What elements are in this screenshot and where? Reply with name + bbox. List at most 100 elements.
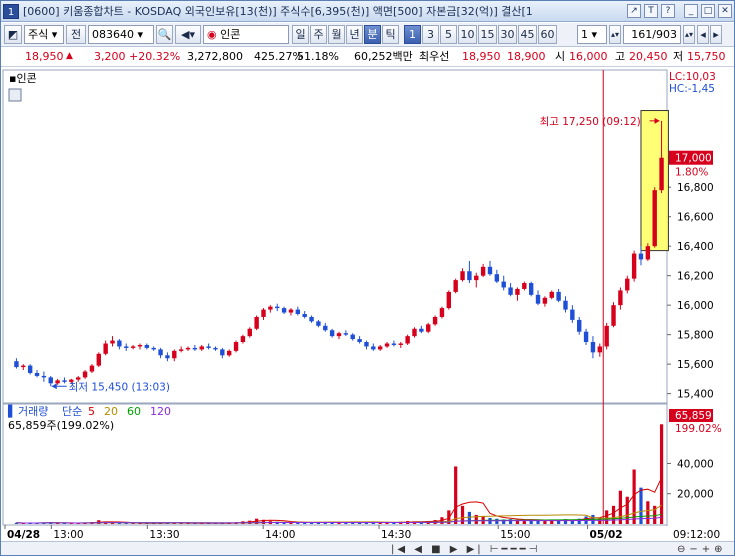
- candle-body: [302, 314, 307, 317]
- candle-body: [501, 281, 506, 288]
- candle-body: [583, 331, 589, 343]
- maximize-button[interactable]: □: [701, 4, 715, 18]
- candle-body: [432, 316, 438, 325]
- ma-period-60: 60: [127, 405, 141, 418]
- spin-icon[interactable]: ▴▾: [609, 25, 621, 44]
- search-icon[interactable]: 🔍: [156, 25, 173, 44]
- candle-body: [522, 283, 527, 289]
- up-arrow-icon: ▲: [66, 51, 73, 61]
- layout-icon[interactable]: ◩: [4, 25, 22, 44]
- hc-label: HC:-1,45: [669, 83, 715, 95]
- period-button-1[interactable]: 주: [310, 25, 327, 44]
- period-button-2[interactable]: 월: [328, 25, 345, 44]
- interval-button-5[interactable]: 5: [440, 25, 457, 44]
- candle-body: [233, 342, 239, 351]
- count-select[interactable]: 1 ▾: [577, 25, 607, 44]
- period-button-0[interactable]: 일: [292, 25, 309, 44]
- candle-body: [220, 349, 225, 356]
- candle-body: [206, 346, 211, 348]
- next-page-icon[interactable]: ▸: [710, 25, 722, 44]
- y-tick-label: 15,600: [677, 359, 714, 371]
- candle-body: [535, 294, 541, 304]
- candle-body: [508, 287, 513, 295]
- interval-button-10[interactable]: 10: [458, 25, 477, 44]
- candle-body: [412, 328, 417, 337]
- candle-body: [55, 380, 60, 384]
- count-value: 1: [581, 28, 588, 41]
- candle-body: [27, 365, 33, 373]
- stock-name-field[interactable]: ◉ 인콘: [203, 25, 289, 44]
- candle-body: [261, 309, 266, 317]
- chart-type-select[interactable]: 주식 ▾: [24, 25, 64, 44]
- interval-button-45[interactable]: 45: [518, 25, 537, 44]
- stock-code: 083640: [92, 28, 134, 41]
- candle-body: [563, 300, 568, 310]
- candle-body: [76, 377, 81, 380]
- stock-code-input[interactable]: 083640 ▾: [88, 25, 154, 44]
- zoom-controls[interactable]: ⊖−+⊕: [677, 544, 727, 555]
- ma-period-5: 5: [88, 405, 95, 418]
- volume-tick-label: 20,000: [677, 489, 714, 501]
- candle-body: [391, 343, 397, 345]
- candle-body: [446, 291, 452, 309]
- foreign-ratio: 51.18%: [297, 50, 339, 63]
- candle-body: [48, 377, 53, 384]
- chart-window: 1 [0600] 키움종합차트 - KOSDAQ 외국인보유[13(천)] 주식…: [0, 0, 735, 556]
- candle-body: [323, 325, 328, 331]
- candle-body: [89, 365, 95, 372]
- candle-body: [151, 347, 156, 350]
- change-amount: 3,200: [94, 50, 126, 63]
- candle-body: [460, 271, 465, 281]
- ma-type-label: 단순: [62, 405, 82, 418]
- x-tick-label: 15:00: [500, 529, 530, 539]
- interval-button-30[interactable]: 30: [498, 25, 517, 44]
- minimize-button[interactable]: _: [684, 4, 698, 18]
- interval-button-60[interactable]: 60: [538, 25, 557, 44]
- candle-body: [371, 346, 376, 350]
- link-icon[interactable]: ↗: [627, 4, 641, 18]
- period-button-3[interactable]: 년: [346, 25, 363, 44]
- font-icon[interactable]: T: [644, 4, 658, 18]
- candle-body: [439, 308, 445, 317]
- scroll-controls[interactable]: |◀ ◀ ■ ▶ ▶| ⊢━━━⊣: [391, 544, 540, 555]
- volume-right-value: 65,859: [675, 410, 712, 422]
- prev-page-icon[interactable]: ◂: [697, 25, 709, 44]
- y-tick-label: 16,800: [677, 182, 714, 194]
- candle-body: [124, 346, 129, 348]
- interval-button-3[interactable]: 3: [422, 25, 439, 44]
- page-spin-icon[interactable]: ▴▾: [683, 25, 695, 44]
- volume-bar: [646, 501, 650, 524]
- volume: 3,272,800: [187, 50, 243, 63]
- candle-body: [254, 316, 259, 329]
- low-marker-label: 최저 15,450 (13:03): [69, 381, 170, 393]
- volume-bar: [62, 523, 67, 524]
- candle-body: [275, 306, 280, 309]
- volume-right-percent: 199.02%: [675, 423, 722, 435]
- period-button-4[interactable]: 분: [364, 25, 381, 44]
- x-tick-label: 05/02: [590, 529, 623, 539]
- chart-area[interactable]: ▪인콘 15,400 15,600 15,800 16,000 16,200 16,400 1…: [1, 68, 735, 541]
- scroll-bar[interactable]: |◀ ◀ ■ ▶ ▶| ⊢━━━⊣ ⊖−+⊕: [1, 541, 734, 555]
- sound-icon[interactable]: ◀▾: [175, 25, 201, 44]
- candle-body: [364, 342, 369, 347]
- candlestick-chart[interactable]: ▪인콘 15,400 15,600 15,800 16,000 16,200 16,400 1…: [1, 68, 735, 541]
- y-tick-label: 15,800: [677, 330, 714, 342]
- toolbar: ◩ 주식 ▾ 전 083640 ▾ 🔍 ◀▾ ◉ 인콘 일주월년분틱 1 3 5 10…: [1, 23, 734, 47]
- prev-button[interactable]: 전: [66, 25, 86, 44]
- candle-body: [625, 278, 630, 291]
- help-icon[interactable]: ?: [661, 4, 675, 18]
- interval-button-1[interactable]: 1: [404, 25, 421, 44]
- period-button-5[interactable]: 틱: [382, 25, 399, 44]
- volume-bar: [124, 523, 128, 524]
- candle-body: [467, 271, 472, 281]
- candle-body: [199, 346, 204, 350]
- high-price: 20,450: [629, 50, 668, 63]
- grid-icon: [8, 88, 22, 102]
- low-price: 15,750: [687, 50, 726, 63]
- candle-body: [556, 291, 561, 301]
- y-tick-label: 15,400: [677, 389, 714, 401]
- candle-body: [597, 346, 602, 353]
- open-label: 시: [555, 50, 566, 63]
- interval-button-15[interactable]: 15: [478, 25, 497, 44]
- close-button[interactable]: ✕: [718, 4, 732, 18]
